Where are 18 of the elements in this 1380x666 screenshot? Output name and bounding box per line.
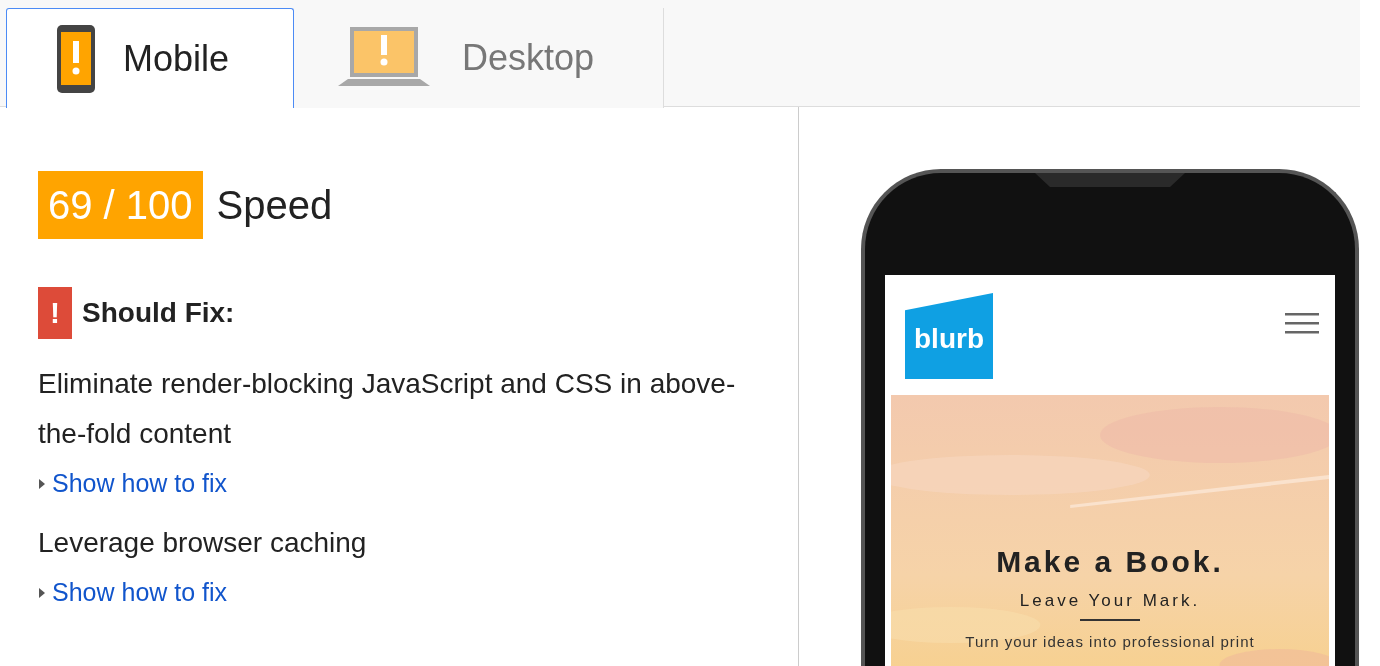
device-tab[interactable]: Desktop [294, 8, 664, 108]
show-fix-link[interactable]: Show how to fix [38, 469, 228, 498]
show-fix-link[interactable]: Show how to fix [38, 578, 228, 607]
phone-warning-icon [57, 24, 95, 93]
score-badge: 69 / 100 [38, 171, 203, 239]
speaker-grille-icon [1035, 173, 1185, 187]
hero-title: Make a Book. [996, 545, 1224, 579]
hero-subtitle: Leave Your Mark. [1019, 591, 1201, 611]
rule-title: Leverage browser caching [38, 526, 368, 560]
menu-icon[interactable] [1285, 313, 1319, 335]
score-label: Speed [216, 182, 333, 228]
hero-text: Turn your ideas into professional print [965, 633, 1255, 650]
site-logo: blurb [905, 293, 993, 379]
device-tab[interactable]: Mobile [6, 8, 294, 108]
laptop-warning-icon [338, 27, 430, 89]
warning-icon: ! [38, 287, 72, 339]
section-title: Should Fix: [82, 297, 235, 329]
rule-title: Eliminate render-blocking JavaScript and CSS in above-the-fold content [38, 367, 737, 451]
